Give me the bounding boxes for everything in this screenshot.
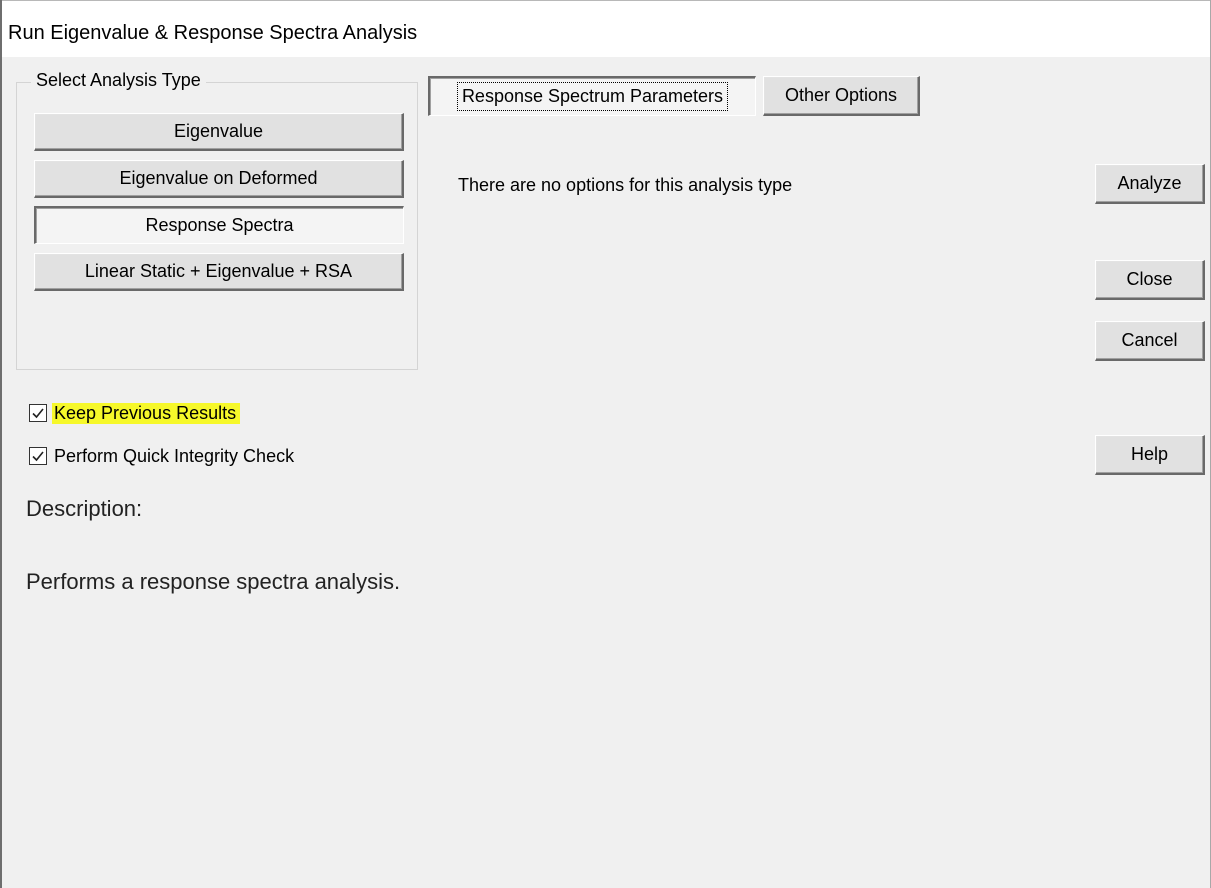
tab-response-spectrum-parameters[interactable]: Response Spectrum Parameters (428, 76, 756, 116)
checkmark-icon (32, 451, 44, 462)
keep-previous-results-checkbox[interactable] (29, 404, 47, 422)
close-button[interactable]: Close (1095, 260, 1205, 300)
checkmark-icon (32, 408, 44, 419)
linear-static-eigenvalue-rsa-button[interactable]: Linear Static + Eigenvalue + RSA (34, 253, 404, 291)
no-options-message: There are no options for this analysis t… (458, 175, 793, 195)
quick-integrity-check-checkbox[interactable] (29, 447, 47, 465)
analysis-type-legend: Select Analysis Type (31, 70, 206, 91)
window-title: Run Eigenvalue & Response Spectra Analys… (8, 22, 418, 44)
tab-other-options[interactable]: Other Options (763, 76, 920, 116)
quick-integrity-check-checkbox-row[interactable]: Perform Quick Integrity Check (29, 443, 298, 469)
description-heading: Description: (26, 496, 143, 521)
help-button[interactable]: Help (1095, 435, 1205, 475)
description-text: Performs a response spectra analysis. (26, 569, 401, 594)
title-bar[interactable]: Run Eigenvalue & Response Spectra Analys… (2, 0, 1210, 57)
keep-previous-results-label[interactable]: Keep Previous Results (52, 402, 241, 424)
analysis-dialog: Run Eigenvalue & Response Spectra Analys… (0, 0, 1211, 888)
analyze-button[interactable]: Analyze (1095, 164, 1205, 204)
response-spectra-button[interactable]: Response Spectra (34, 206, 404, 244)
quick-integrity-check-label[interactable]: Perform Quick Integrity Check (52, 446, 298, 467)
cancel-button[interactable]: Cancel (1095, 321, 1205, 361)
eigenvalue-button[interactable]: Eigenvalue (34, 113, 404, 151)
keep-previous-results-checkbox-row[interactable]: Keep Previous Results (29, 400, 241, 426)
eigenvalue-on-deformed-button[interactable]: Eigenvalue on Deformed (34, 160, 404, 198)
tab-response-spectrum-parameters-label: Response Spectrum Parameters (456, 82, 729, 111)
